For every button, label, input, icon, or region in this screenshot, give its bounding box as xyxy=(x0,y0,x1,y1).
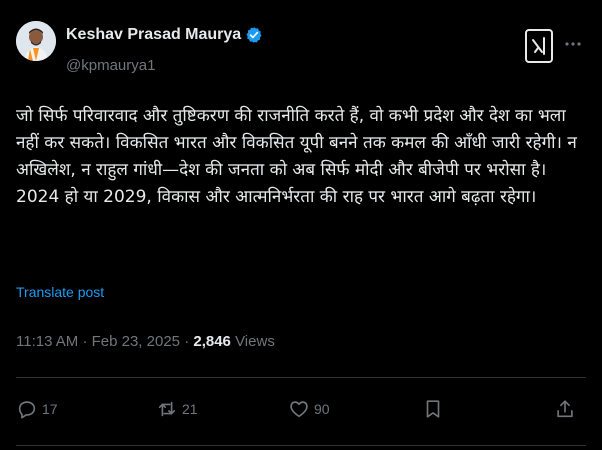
author-handle[interactable]: @kpmaurya1 xyxy=(66,57,155,74)
share-button[interactable] xyxy=(554,398,576,420)
more-icon[interactable] xyxy=(564,35,582,58)
repost-count: 21 xyxy=(182,401,198,417)
share-icon xyxy=(557,400,573,418)
like-icon xyxy=(290,401,308,418)
tweet: Keshav Prasad Maurya @kpmaurya1 जो सिर्फ… xyxy=(0,0,602,450)
like-count: 90 xyxy=(314,401,330,417)
avatar[interactable] xyxy=(16,21,56,61)
repost-icon xyxy=(158,401,176,417)
reply-button[interactable]: 17 xyxy=(16,398,58,420)
post-time[interactable]: 11:13 AM xyxy=(16,333,78,350)
like-button[interactable]: 90 xyxy=(288,398,330,420)
verified-badge-icon xyxy=(246,27,262,43)
post-date[interactable]: Feb 23, 2025 xyxy=(92,333,180,350)
translate-post-link[interactable]: Translate post xyxy=(16,284,104,300)
post-metadata: 11:13 AM · Feb 23, 2025 · 2,846 Views xyxy=(16,333,275,350)
grok-icon[interactable] xyxy=(525,29,553,63)
meta-separator: · xyxy=(82,333,88,350)
repost-button[interactable]: 21 xyxy=(156,398,198,420)
reply-count: 17 xyxy=(42,401,58,417)
bookmark-button[interactable] xyxy=(422,398,444,420)
bookmark-icon xyxy=(426,400,440,418)
divider xyxy=(16,377,586,378)
post-text: जो सिर्फ परिवारवाद और तुष्टिकरण की राजनी… xyxy=(16,106,577,207)
meta-separator: · xyxy=(184,333,190,350)
author-display-name[interactable]: Keshav Prasad Maurya xyxy=(66,26,241,44)
author-name-row[interactable]: Keshav Prasad Maurya xyxy=(66,26,263,44)
views-label: Views xyxy=(235,333,275,350)
divider xyxy=(16,445,586,446)
reply-icon xyxy=(18,401,36,419)
views-count: 2,846 xyxy=(193,333,231,350)
action-bar: 17 21 90 xyxy=(16,398,586,432)
